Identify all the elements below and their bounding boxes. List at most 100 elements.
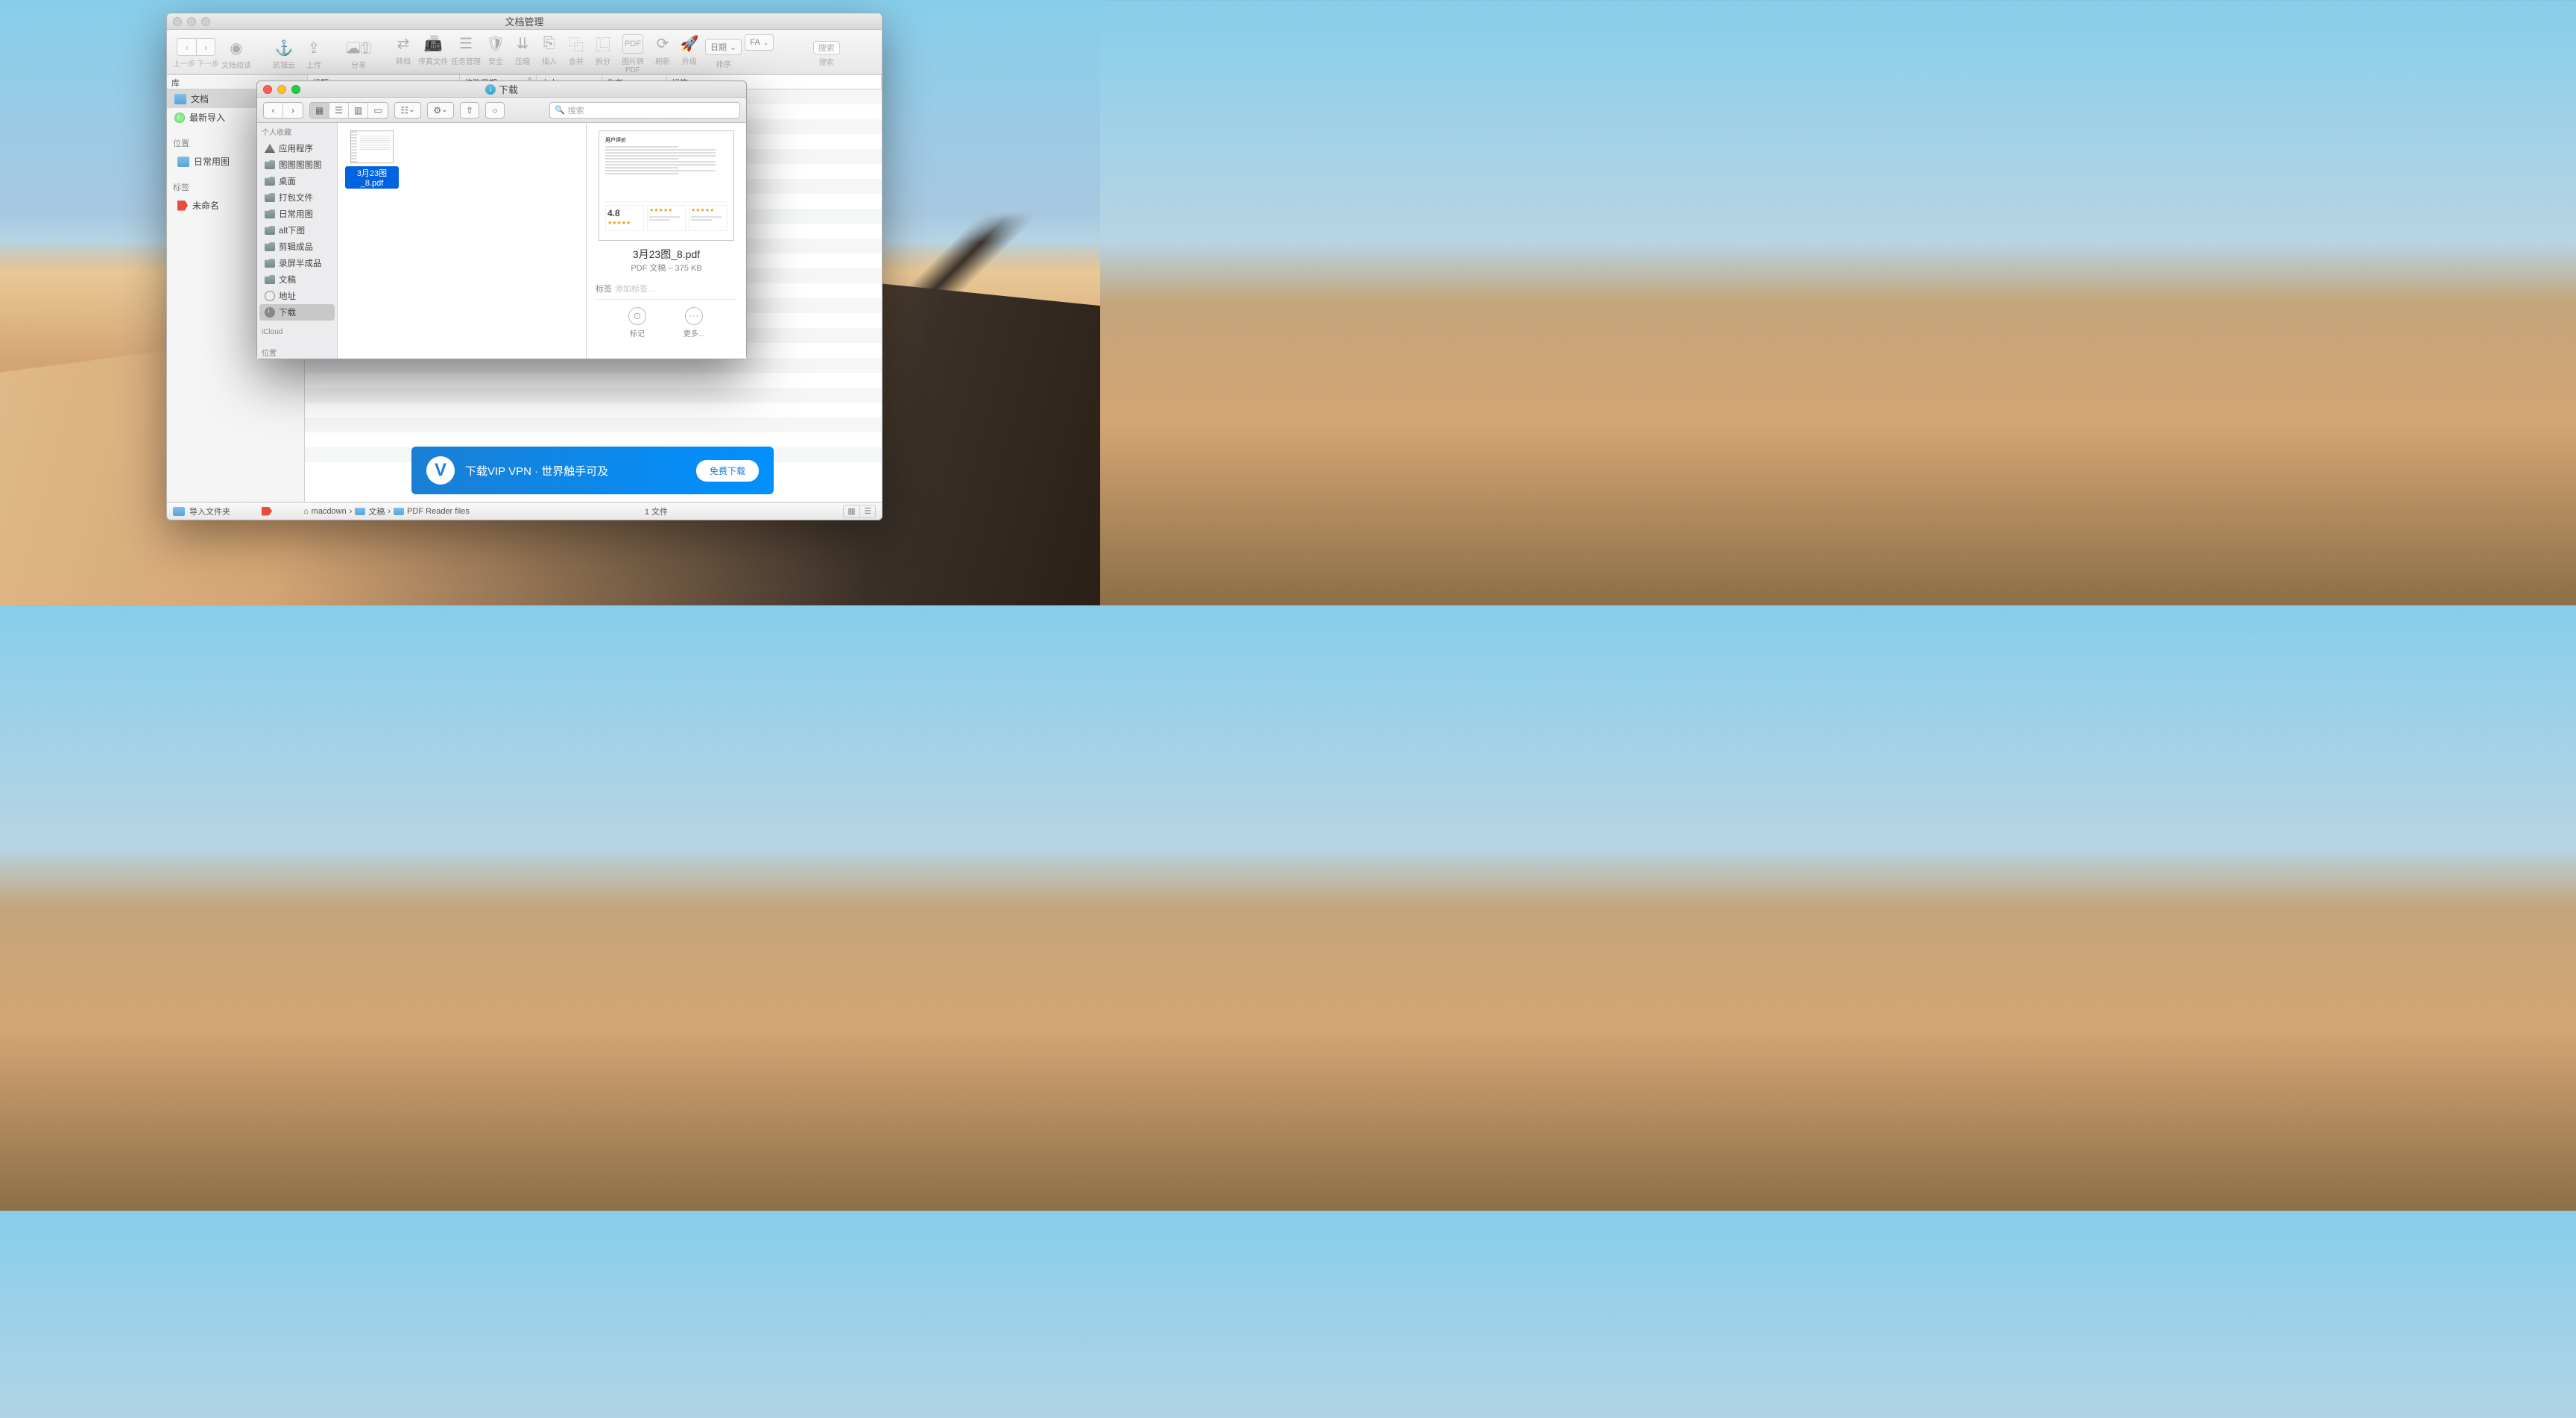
split-button[interactable]: ⿺拆分 — [590, 34, 616, 66]
refresh-icon: ⟳ — [652, 34, 673, 54]
search-label: 搜索 — [819, 56, 834, 67]
search-input[interactable]: 搜索 — [813, 41, 840, 54]
forward-label: 下一步 — [197, 57, 219, 69]
sidebar-item-clip[interactable]: 剪辑成品 — [257, 239, 337, 255]
cloud-button[interactable]: ⚓凯钿云 — [268, 38, 300, 70]
forward-button[interactable]: › — [283, 103, 303, 118]
arrange-dropdown[interactable]: ☷ ⌄ — [394, 102, 421, 119]
add-tags-input[interactable]: 添加标签... — [615, 283, 654, 294]
action-dropdown[interactable]: ⚙ ⌄ — [427, 102, 454, 119]
shield-icon: 🛡 — [485, 34, 506, 54]
font-button[interactable]: FA⌄ — [745, 34, 774, 51]
traffic-lights — [173, 17, 210, 26]
tag-icon[interactable] — [262, 507, 272, 516]
sidebar-item-rec[interactable]: 录屏半成品 — [257, 255, 337, 271]
zoom-icon[interactable] — [291, 85, 300, 94]
sidebar-item-alt[interactable]: alt下图 — [257, 222, 337, 239]
minimize-icon[interactable] — [187, 17, 196, 26]
tags-button[interactable]: ○ — [485, 102, 505, 119]
person-icon: ⊙ — [628, 307, 646, 325]
sort-label: 排序 — [716, 58, 731, 69]
home-icon[interactable]: ⌂ — [303, 507, 309, 516]
breadcrumb: ⌂ macdown› 文稿› PDF Reader files — [303, 505, 470, 517]
convert-icon: ⇄ — [393, 34, 414, 54]
convert-button[interactable]: ⇄转档 — [391, 34, 416, 66]
titlebar[interactable]: 文档管理 — [167, 13, 882, 30]
back-label: 上一步 — [173, 57, 195, 69]
close-icon[interactable] — [173, 17, 182, 26]
list-view-button[interactable]: ☰ — [329, 103, 349, 118]
view-switcher: ▦ ☰ — [843, 505, 876, 518]
nav-buttons: ‹ › — [177, 38, 215, 56]
upgrade-button[interactable]: 🚀升级 — [677, 34, 702, 66]
tag-action-button[interactable]: ⊙标记 — [628, 307, 646, 338]
minimize-icon[interactable] — [277, 85, 286, 94]
refresh-button[interactable]: ⟳刷新 — [650, 34, 675, 66]
titlebar[interactable]: ↓ 下载 — [257, 81, 746, 98]
sidebar-item-daily[interactable]: 日常用图 — [257, 206, 337, 222]
nav-buttons: ‹ › — [263, 102, 303, 119]
sort-dropdown[interactable]: 日期⌄ — [705, 39, 742, 55]
breadcrumb-item[interactable]: PDF Reader files — [407, 507, 470, 516]
finder-sidebar: 个人收藏 应用程序 图图图图图 桌面 打包文件 日常用图 alt下图 剪辑成品 … — [257, 123, 338, 359]
merge-button[interactable]: ⿻合并 — [564, 34, 589, 66]
sidebar-item-desktop[interactable]: 桌面 — [257, 173, 337, 189]
download-icon: ↓ — [485, 84, 496, 95]
search-input[interactable]: 🔍 搜索 — [549, 102, 740, 119]
compress-button[interactable]: ⇊压缩 — [510, 34, 535, 66]
insert-button[interactable]: ⎘插入 — [537, 34, 562, 66]
globe-icon — [265, 291, 275, 301]
column-view-button[interactable]: ▥ — [349, 103, 368, 118]
preview-filename: 3月23图_8.pdf — [633, 247, 700, 262]
fax-button[interactable]: 📠传真文件 — [417, 34, 449, 66]
sidebar-item-pack[interactable]: 打包文件 — [257, 189, 337, 206]
folder-icon — [265, 160, 275, 169]
close-icon[interactable] — [263, 85, 272, 94]
preview-meta: PDF 文稿 – 375 KB — [631, 262, 701, 274]
file-count: 1 文件 — [645, 505, 668, 517]
security-button[interactable]: 🛡安全 — [483, 34, 508, 66]
back-button[interactable]: ‹ — [177, 38, 196, 56]
file-grid[interactable]: 3月23图_8.pdf — [338, 123, 587, 359]
img2pdf-button[interactable]: PDF图片转PDF — [617, 34, 648, 75]
sidebar-item-tutu[interactable]: 图图图图图 — [257, 157, 337, 173]
view-switcher: ▦ ☰ ▥ ▭ — [309, 102, 388, 119]
icon-view-button[interactable]: ▦ — [310, 103, 329, 118]
more-action-button[interactable]: ⋯更多... — [684, 307, 704, 338]
back-button[interactable]: ‹ — [264, 103, 283, 118]
upload-button[interactable]: ⇪上传 — [301, 38, 326, 70]
folder-icon — [173, 507, 185, 516]
sidebar-item-docs[interactable]: 文稿 — [257, 271, 337, 288]
gallery-view-button[interactable]: ▭ — [368, 103, 388, 118]
forward-button[interactable]: › — [196, 38, 215, 56]
banner-download-button[interactable]: 免费下载 — [696, 460, 759, 482]
pdf-icon: PDF — [622, 34, 643, 54]
tasks-button[interactable]: ☰任务管理 — [450, 34, 482, 66]
tags-label: 标签 — [596, 283, 612, 294]
sidebar-item-apps[interactable]: 应用程序 — [257, 140, 337, 157]
download-icon — [265, 307, 275, 318]
vpn-logo-icon: V — [426, 456, 455, 485]
insert-icon: ⎘ — [539, 34, 560, 54]
share-button[interactable]: ☁ ⇧ 分享 — [343, 38, 374, 70]
doc-read-button[interactable]: ◉文档阅读 — [221, 38, 252, 70]
import-folder-button[interactable]: 导入文件夹 — [189, 505, 230, 517]
list-view-button[interactable]: ☰ — [859, 505, 876, 518]
file-item[interactable]: 3月23图_8.pdf — [345, 130, 399, 189]
preview-thumbnail: 用户评价 4.8★★★★★ ★★★★★ ★★★★★ — [599, 130, 734, 241]
toolbar: ‹ › 上一步 下一步 ◉文档阅读 ⚓凯钿云 ⇪上传 ☁ ⇧ 分享 — [167, 30, 882, 75]
finder-window: ↓ 下载 ‹ › ▦ ☰ ▥ ▭ ☷ ⌄ ⚙ ⌄ ⇧ ○ 🔍 搜索 个人收藏 应… — [256, 81, 747, 359]
download-icon — [174, 113, 185, 123]
eye-icon: ◉ — [226, 38, 247, 57]
sidebar-item-downloads[interactable]: 下载 — [259, 304, 335, 321]
grid-view-button[interactable]: ▦ — [843, 505, 859, 518]
share-button[interactable]: ⇧ — [460, 102, 479, 119]
sidebar-item-addr[interactable]: 地址 — [257, 288, 337, 304]
sidebar-header-fav: 个人收藏 — [257, 123, 337, 140]
breadcrumb-item[interactable]: macdown — [312, 507, 347, 516]
vpn-banner[interactable]: V 下载VIP VPN · 世界触手可及 免费下载 — [411, 447, 774, 494]
zoom-icon[interactable] — [201, 17, 210, 26]
chevron-down-icon: ⌄ — [763, 39, 769, 47]
folder-icon — [265, 226, 275, 235]
breadcrumb-item[interactable]: 文稿 — [368, 505, 385, 517]
